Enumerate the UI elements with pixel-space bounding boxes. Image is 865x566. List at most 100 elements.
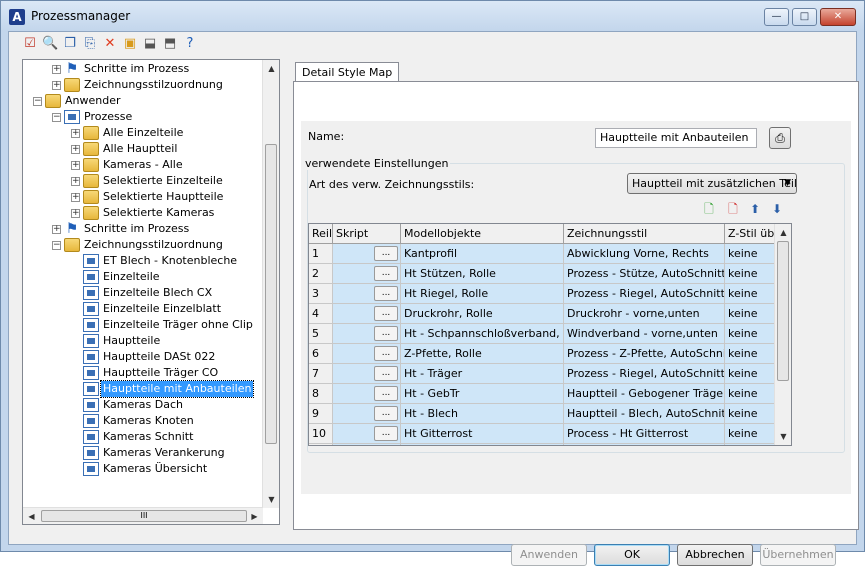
z-style-cell[interactable]: keine	[725, 344, 775, 364]
drawing-style-cell[interactable]: Hauptteil - Blech, AutoSchnitte	[564, 404, 725, 424]
check-document-icon[interactable]: ☑	[22, 36, 38, 52]
table-row[interactable]: 7... Ht - Träger Prozess - Riegel, AutoSch…	[309, 364, 775, 384]
apply-button[interactable]: Anwenden	[511, 544, 587, 566]
tree-node[interactable]: Kameras Verankerung	[23, 445, 263, 461]
drawing-style-cell[interactable]: Prozess - Z-Pfette, AutoSchnitte	[564, 344, 725, 364]
script-browse-button[interactable]: ...	[374, 306, 398, 321]
tree-node[interactable]: Hauptteile mit Anbauteilen	[23, 380, 263, 398]
script-browse-button[interactable]: ...	[374, 266, 398, 281]
z-style-cell[interactable]: keine	[725, 404, 775, 424]
tree-node[interactable]: Hauptteile Träger CO	[23, 365, 263, 381]
tree-node[interactable]: Kameras Knoten	[23, 413, 263, 429]
script-browse-button[interactable]: ...	[374, 406, 398, 421]
add-row-icon[interactable]: 🗋	[701, 201, 717, 217]
tree-node[interactable]: Hauptteile DASt 022	[23, 349, 263, 365]
model-object-cell[interactable]: Ht - GebTr	[401, 384, 564, 404]
table-row[interactable]: 8... Ht - GebTr Hauptteil - Gebogener Träg…	[309, 384, 775, 404]
tree-node[interactable]: − Zeichnungsstilzuordnung	[23, 237, 263, 253]
script-browse-button[interactable]: ...	[374, 346, 398, 361]
drawing-style-cell[interactable]: Prozess - Riegel, AutoSchnitte	[564, 284, 725, 304]
column-header[interactable]: Z-Stil üb	[725, 224, 775, 244]
table-row[interactable]: 9... Ht - Blech Hauptteil - Blech, AutoSch…	[309, 404, 775, 424]
tree-node[interactable]: + Alle Einzelteile	[23, 125, 263, 141]
table-row[interactable]: 1... Kantprofil Abwicklung Vorne, Rechts ke…	[309, 244, 775, 264]
script-browse-button[interactable]: ...	[374, 426, 398, 441]
table-row[interactable]: 5...Ht - Schpannschloßverband, RolleWind…	[309, 324, 775, 344]
collapse-icon[interactable]: −	[52, 241, 61, 250]
z-style-cell[interactable]: keine	[725, 324, 775, 344]
style-type-select[interactable]: Hauptteil mit zusätzlichen Teilen ▼	[627, 173, 797, 194]
cancel-button[interactable]: Abbrechen	[677, 544, 753, 566]
maximize-button[interactable]: □	[792, 8, 817, 26]
z-style-cell[interactable]: keine	[725, 304, 775, 324]
tree-node[interactable]: Einzelteile Blech CX	[23, 285, 263, 301]
close-button[interactable]: ✕	[820, 8, 856, 26]
z-style-cell[interactable]: keine	[725, 384, 775, 404]
scroll-thumb[interactable]	[265, 144, 277, 444]
script-cell[interactable]: ...	[333, 324, 401, 344]
tree-node[interactable]: Einzelteile Träger ohne Clip	[23, 317, 263, 333]
model-object-cell[interactable]: Ht Stützen, Rolle	[401, 264, 564, 284]
script-browse-button[interactable]: ...	[374, 386, 398, 401]
tree-node[interactable]: + ⚑ Schritte im Prozess	[23, 61, 263, 77]
drawing-style-cell[interactable]: Abwicklung Vorne, Rechts	[564, 244, 725, 264]
table-row[interactable]: 2... Ht Stützen, Rolle Prozess - Stütze, A…	[309, 264, 775, 284]
drawing-style-cell[interactable]: Druckrohr - vorne,unten	[564, 304, 725, 324]
tree-node[interactable]: ET Blech - Knotenbleche	[23, 253, 263, 269]
script-cell[interactable]: ...	[333, 344, 401, 364]
table-row[interactable]: 6... Z-Pfette, Rolle Prozess - Z-Pfette, A…	[309, 344, 775, 364]
expand-icon[interactable]: +	[71, 129, 80, 138]
model-object-cell[interactable]: Ht - Blech	[401, 404, 564, 424]
tree-node[interactable]: Einzelteile	[23, 269, 263, 285]
expand-icon[interactable]: +	[52, 225, 61, 234]
script-cell[interactable]: ...	[333, 404, 401, 424]
tree-node[interactable]: Kameras Übersicht	[23, 461, 263, 477]
search-document-icon[interactable]: 🔍	[42, 36, 58, 52]
model-object-cell[interactable]: Z-Pfette, Rolle	[401, 344, 564, 364]
script-browse-button[interactable]: ...	[374, 246, 398, 261]
tree-node[interactable]: Kameras Dach	[23, 397, 263, 413]
tree-vertical-scrollbar[interactable]: ▲ ▼	[262, 60, 279, 508]
grid-scroll-down-icon[interactable]: ▼	[775, 428, 791, 445]
script-cell[interactable]: ...	[333, 424, 401, 444]
tree-node[interactable]: + Alle Hauptteil	[23, 141, 263, 157]
minimize-button[interactable]: —	[764, 8, 789, 26]
tree-node[interactable]: + Selektierte Einzelteile	[23, 173, 263, 189]
drawing-style-cell[interactable]: Hauptteil - Gebogener Träger	[564, 384, 725, 404]
ok-button[interactable]: OK	[594, 544, 670, 566]
table-row[interactable]: 4... Druckrohr, Rolle Druckrohr - vorne,un…	[309, 304, 775, 324]
collapse-icon[interactable]: −	[33, 97, 42, 106]
drawing-style-cell[interactable]: Prozess - Riegel, AutoSchnitte	[564, 364, 725, 384]
script-browse-button[interactable]: ...	[374, 286, 398, 301]
expand-icon[interactable]: +	[52, 81, 61, 90]
z-style-cell[interactable]: keine	[725, 424, 775, 444]
column-header[interactable]: Skript	[333, 224, 401, 244]
model-object-cell[interactable]: Kantprofil	[401, 244, 564, 264]
script-cell[interactable]: ...	[333, 384, 401, 404]
help-icon[interactable]: ?	[182, 36, 198, 52]
scroll-left-icon[interactable]: ◀	[23, 508, 40, 525]
model-object-cell[interactable]: Druckrohr, Rolle	[401, 304, 564, 324]
tree-node[interactable]: + Selektierte Kameras	[23, 205, 263, 221]
tree-node[interactable]: + Selektierte Hauptteile	[23, 189, 263, 205]
script-browse-button[interactable]: ...	[374, 366, 398, 381]
grid-scroll-up-icon[interactable]: ▲	[775, 224, 791, 241]
script-browse-button[interactable]: ...	[374, 326, 398, 341]
drawing-style-cell[interactable]: Process - Ht Gitterrost	[564, 424, 725, 444]
model-object-cell[interactable]: Ht - Schpannschloßverband, Rolle	[401, 324, 564, 344]
expand-icon[interactable]: +	[71, 209, 80, 218]
tree-horizontal-scrollbar[interactable]: ◀ III ▶	[23, 507, 263, 524]
tree-node[interactable]: + Kameras - Alle	[23, 157, 263, 173]
scroll-down-icon[interactable]: ▼	[263, 491, 280, 508]
model-object-cell[interactable]: Ht - Träger	[401, 364, 564, 384]
z-style-cell[interactable]: keine	[725, 284, 775, 304]
script-cell[interactable]: ...	[333, 244, 401, 264]
column-header[interactable]: Zeichnungsstil	[564, 224, 725, 244]
collapse-icon[interactable]: −	[52, 113, 61, 122]
export-icon[interactable]: ⬒	[162, 36, 178, 52]
delete-icon[interactable]: ✕	[102, 36, 118, 52]
scroll-up-icon[interactable]: ▲	[263, 60, 280, 77]
tree-node[interactable]: − Anwender	[23, 93, 263, 109]
grid-scroll-thumb[interactable]	[777, 241, 789, 381]
table-row[interactable]: 3... Ht Riegel, Rolle Prozess - Riegel, Au…	[309, 284, 775, 304]
